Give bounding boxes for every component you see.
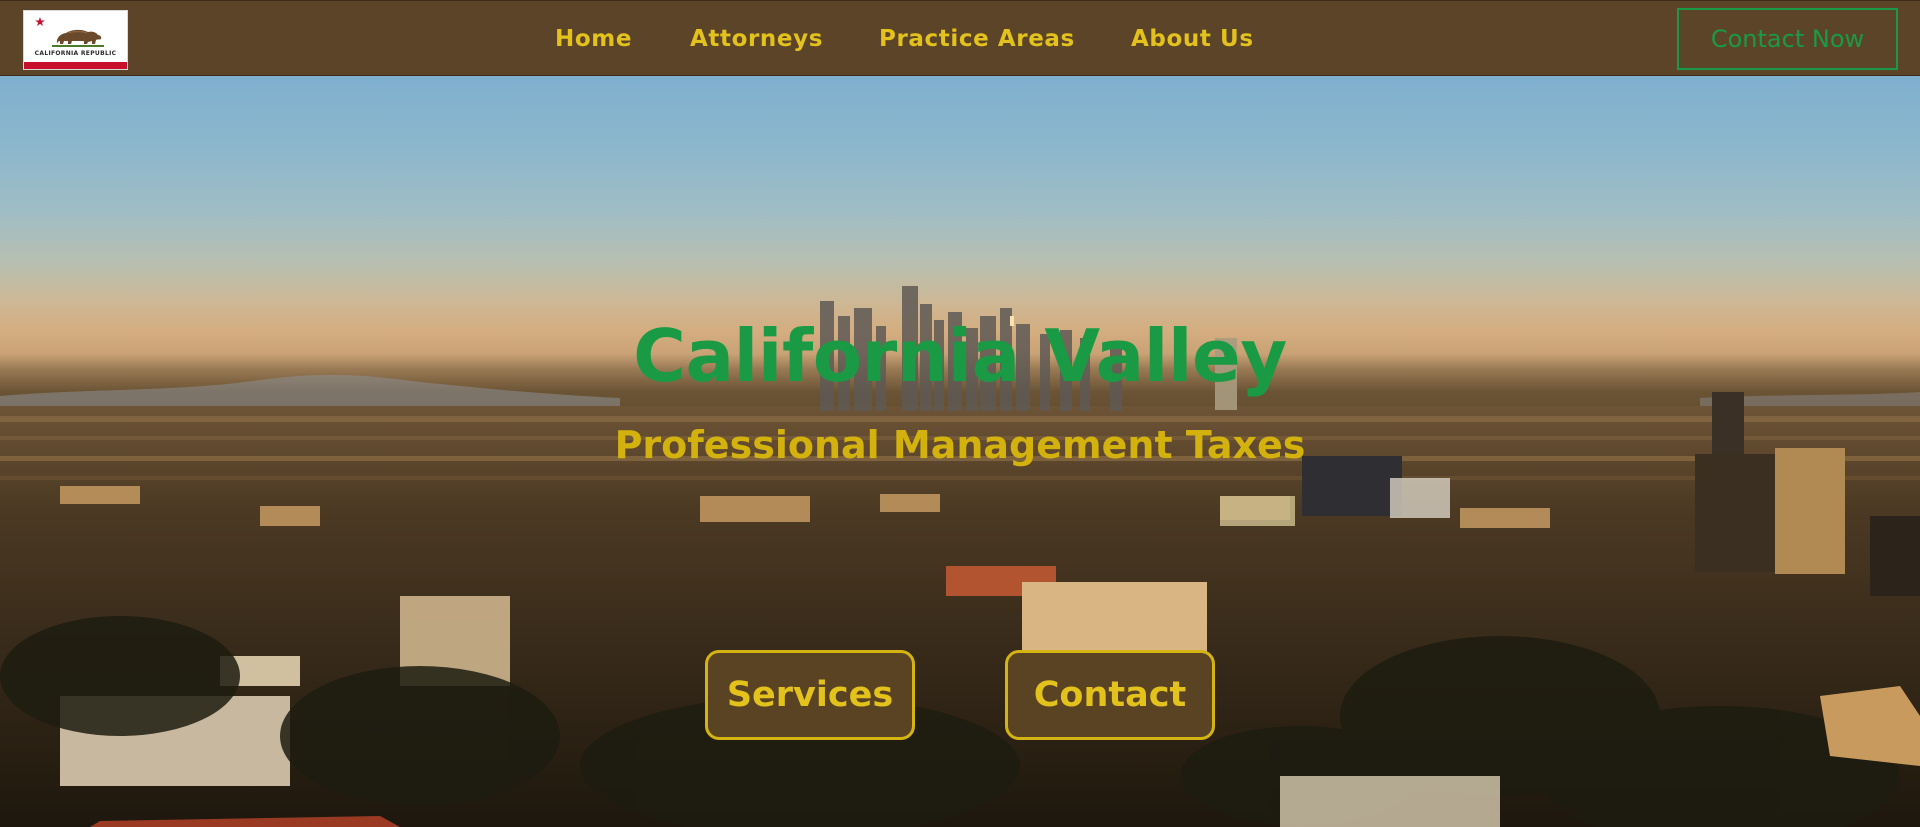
hero-subtitle: Professional Management Taxes <box>614 423 1306 467</box>
navbar: CALIFORNIA REPUBLIC Home Attorneys Pract… <box>0 0 1920 76</box>
hero-title: California Valley <box>633 314 1287 398</box>
contact-button[interactable]: Contact <box>1005 650 1215 740</box>
contact-now-button[interactable]: Contact Now <box>1677 8 1898 70</box>
nav-home-link[interactable]: Home <box>555 25 632 53</box>
nav-about-us-link[interactable]: About Us <box>1131 25 1254 53</box>
services-button[interactable]: Services <box>705 650 915 740</box>
nav-links: Home Attorneys Practice Areas About Us <box>0 1 1920 77</box>
nav-practice-areas-link[interactable]: Practice Areas <box>879 25 1075 53</box>
hero-section: California Valley Professional Managemen… <box>0 76 1920 827</box>
nav-attorneys-link[interactable]: Attorneys <box>690 25 823 53</box>
